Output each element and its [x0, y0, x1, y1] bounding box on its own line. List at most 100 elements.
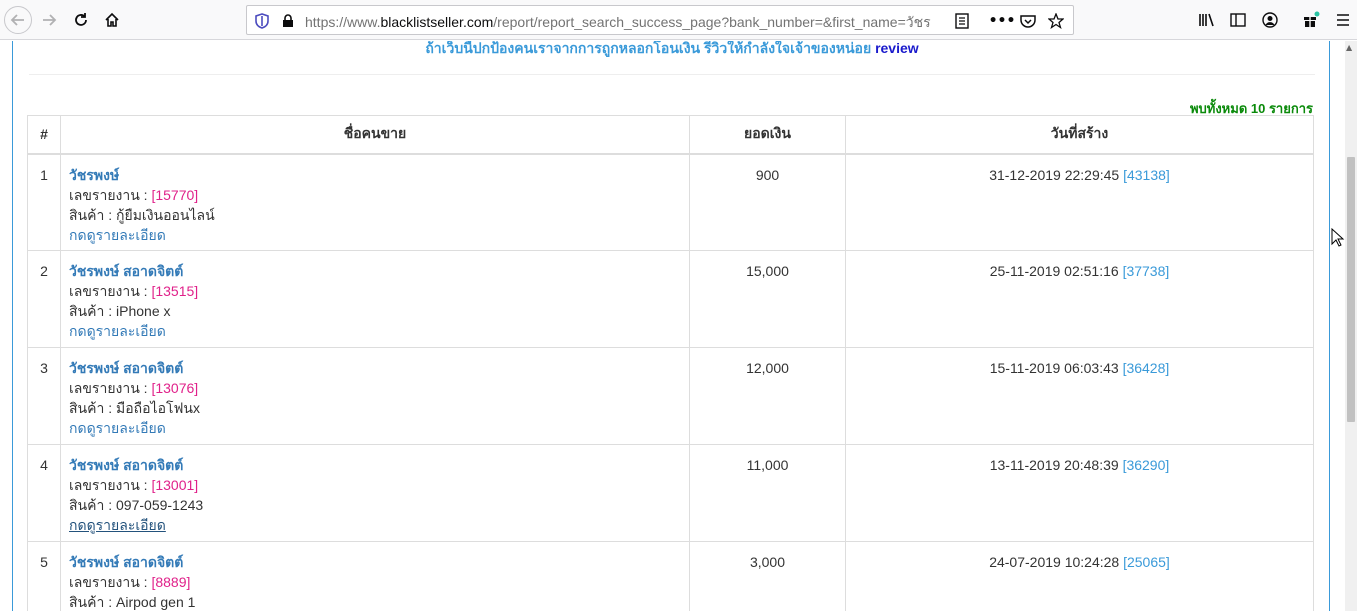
forward-button[interactable] [35, 6, 63, 34]
date-id-link[interactable]: [36428] [1123, 360, 1170, 376]
reload-button[interactable] [67, 6, 95, 34]
scroll-thumb[interactable] [1347, 157, 1355, 422]
forward-arrow-icon [43, 14, 57, 26]
back-arrow-icon [10, 14, 24, 26]
date-id-link[interactable]: [43138] [1123, 167, 1170, 183]
pocket-icon[interactable] [1017, 10, 1039, 32]
product-line: สินค้า : iPhone x [69, 303, 171, 319]
banner-text: ถ้าเว็บนี้ปกป้องคนเราจากการถูกหลอกโอนเงิ… [425, 41, 872, 56]
row-number: 4 [27, 444, 61, 542]
bookmark-star-icon[interactable] [1045, 10, 1067, 32]
sidebar-button[interactable] [1224, 6, 1252, 34]
browser-toolbar: https://www.blacklistseller.com/report/r… [0, 0, 1357, 40]
library-button[interactable] [1193, 6, 1221, 34]
report-id-link[interactable]: [8889] [151, 574, 190, 590]
report-id-link[interactable]: [13001] [151, 477, 198, 493]
product-line: สินค้า : Airpod gen 1 [69, 594, 196, 610]
view-detail-link[interactable]: กดดูรายละเอียด [69, 225, 681, 245]
seller-name-link[interactable]: วัชรพงษ์ สอาดจิตต์ [69, 455, 681, 475]
home-button[interactable] [98, 6, 126, 34]
seller-name-link[interactable]: วัชรพงษ์ [69, 165, 681, 185]
seller-name-link[interactable]: วัชรพงษ์ สอาดจิตต์ [69, 261, 681, 281]
back-button[interactable] [4, 6, 32, 34]
amount-cell: 12,000 [689, 347, 846, 445]
report-line: เลขรายงาน : [15770] [69, 186, 199, 203]
product-name: กู้ยืมเงินออนไลน์ [116, 206, 215, 223]
account-icon [1262, 12, 1278, 28]
row-number: 1 [27, 153, 61, 251]
seller-cell: วัชรพงษ์ สอาดจิตต์ เลขรายงาน : [13515] ส… [60, 250, 690, 348]
seller-cell: วัชรพงษ์ เลขรายงาน : [15770] สินค้า : กู… [60, 153, 690, 251]
results-table: # ชื่อคนขาย ยอดเงิน วันที่สร้าง 1 วัชรพง… [27, 115, 1314, 611]
table-row: 5 วัชรพงษ์ สอาดจิตต์ เลขรายงาน : [8889] … [27, 541, 1314, 611]
date-cell: 15-11-2019 06:03:43 [36428] [845, 347, 1314, 445]
product-line: สินค้า : กู้ยืมเงินออนไลน์ [69, 206, 215, 223]
seller-name-link[interactable]: วัชรพงษ์ สอาดจิตต์ [69, 358, 681, 378]
amount-cell: 11,000 [689, 444, 846, 542]
mouse-cursor-icon [1331, 228, 1345, 247]
vertical-scrollbar[interactable]: ▲ [1345, 41, 1357, 611]
col-header-number: # [27, 115, 61, 155]
seller-cell: วัชรพงษ์ สอาดจิตต์ เลขรายงาน : [8889] สิ… [60, 541, 690, 611]
view-detail-link[interactable]: กดดูรายละเอียด [69, 321, 681, 341]
report-line: เลขรายงาน : [13001] [69, 477, 199, 493]
lock-icon[interactable] [277, 10, 299, 32]
home-icon [105, 12, 119, 27]
reader-view-icon[interactable] [951, 10, 973, 32]
report-line: เลขรายงาน : [13076] [69, 380, 199, 396]
library-icon [1199, 13, 1214, 27]
product-name: iPhone x [116, 303, 171, 319]
col-header-date: วันที่สร้าง [845, 115, 1314, 155]
seller-cell: วัชรพงษ์ สอาดจิตต์ เลขรายงาน : [13001] ส… [60, 444, 690, 542]
product-name: Airpod gen 1 [116, 594, 196, 610]
seller-name-link[interactable]: วัชรพงษ์ สอาดจิตต์ [69, 552, 681, 572]
table-row: 4 วัชรพงษ์ สอาดจิตต์ เลขรายงาน : [13001]… [27, 444, 1314, 542]
scroll-up-arrow-icon[interactable]: ▲ [1346, 43, 1352, 52]
amount-cell: 900 [689, 153, 846, 251]
menu-button[interactable] [1329, 6, 1357, 34]
page-actions-icon[interactable]: ••• [989, 10, 1016, 32]
amount-cell: 15,000 [689, 250, 846, 348]
row-number: 3 [27, 347, 61, 445]
report-id-link[interactable]: [15770] [151, 187, 198, 203]
reload-icon [75, 13, 87, 26]
product-name: มือถือไอโฟนx [116, 400, 200, 416]
date-cell: 31-12-2019 22:29:45 [43138] [845, 153, 1314, 251]
report-id-link[interactable]: [13076] [151, 380, 198, 396]
account-button[interactable] [1256, 6, 1284, 34]
review-link[interactable]: review [875, 41, 919, 56]
table-header-row: # ชื่อคนขาย ยอดเงิน วันที่สร้าง [27, 115, 1314, 155]
report-line: เลขรายงาน : [8889] [69, 574, 191, 590]
view-detail-link[interactable]: กดดูรายละเอียด [69, 515, 681, 535]
seller-cell: วัชรพงษ์ สอาดจิตต์ เลขรายงาน : [13076] ส… [60, 347, 690, 445]
view-detail-link[interactable]: กดดูรายละเอียด [69, 418, 681, 438]
shield-icon[interactable] [251, 10, 273, 32]
col-header-amount: ยอดเงิน [689, 115, 846, 155]
hamburger-icon [1337, 14, 1349, 26]
product-name: 097-059-1243 [116, 497, 204, 513]
date-cell: 25-11-2019 02:51:16 [37738] [845, 250, 1314, 348]
row-number: 2 [27, 250, 61, 348]
sidebar-icon [1230, 13, 1246, 27]
report-id-link[interactable]: [13515] [151, 283, 198, 299]
whats-new-button[interactable] [1297, 6, 1325, 34]
date-cell: 13-11-2019 20:48:39 [36290] [845, 444, 1314, 542]
date-id-link[interactable]: [25065] [1123, 554, 1170, 570]
url-bar[interactable]: https://www.blacklistseller.com/report/r… [246, 5, 1074, 35]
table-row: 2 วัชรพงษ์ สอาดจิตต์ เลขรายงาน : [13515]… [27, 250, 1314, 348]
gift-icon [1304, 11, 1320, 27]
table-row: 3 วัชรพงษ์ สอาดจิตต์ เลขรายงาน : [13076]… [27, 347, 1314, 445]
review-banner: ถ้าเว็บนี้ปกป้องคนเราจากการถูกหลอกโอนเงิ… [13, 41, 1331, 60]
product-line: สินค้า : มือถือไอโฟนx [69, 400, 200, 416]
amount-cell: 3,000 [689, 541, 846, 611]
page-content: ถ้าเว็บนี้ปกป้องคนเราจากการถูกหลอกโอนเงิ… [0, 41, 1345, 611]
divider [29, 74, 1315, 75]
date-cell: 24-07-2019 10:24:28 [25065] [845, 541, 1314, 611]
table-row: 1 วัชรพงษ์ เลขรายงาน : [15770] สินค้า : … [27, 153, 1314, 251]
product-line: สินค้า : 097-059-1243 [69, 497, 204, 513]
date-id-link[interactable]: [37738] [1123, 263, 1170, 279]
url-text[interactable]: https://www.blacklistseller.com/report/r… [305, 12, 945, 34]
report-line: เลขรายงาน : [13515] [69, 283, 199, 299]
row-number: 5 [27, 541, 61, 611]
date-id-link[interactable]: [36290] [1123, 457, 1170, 473]
